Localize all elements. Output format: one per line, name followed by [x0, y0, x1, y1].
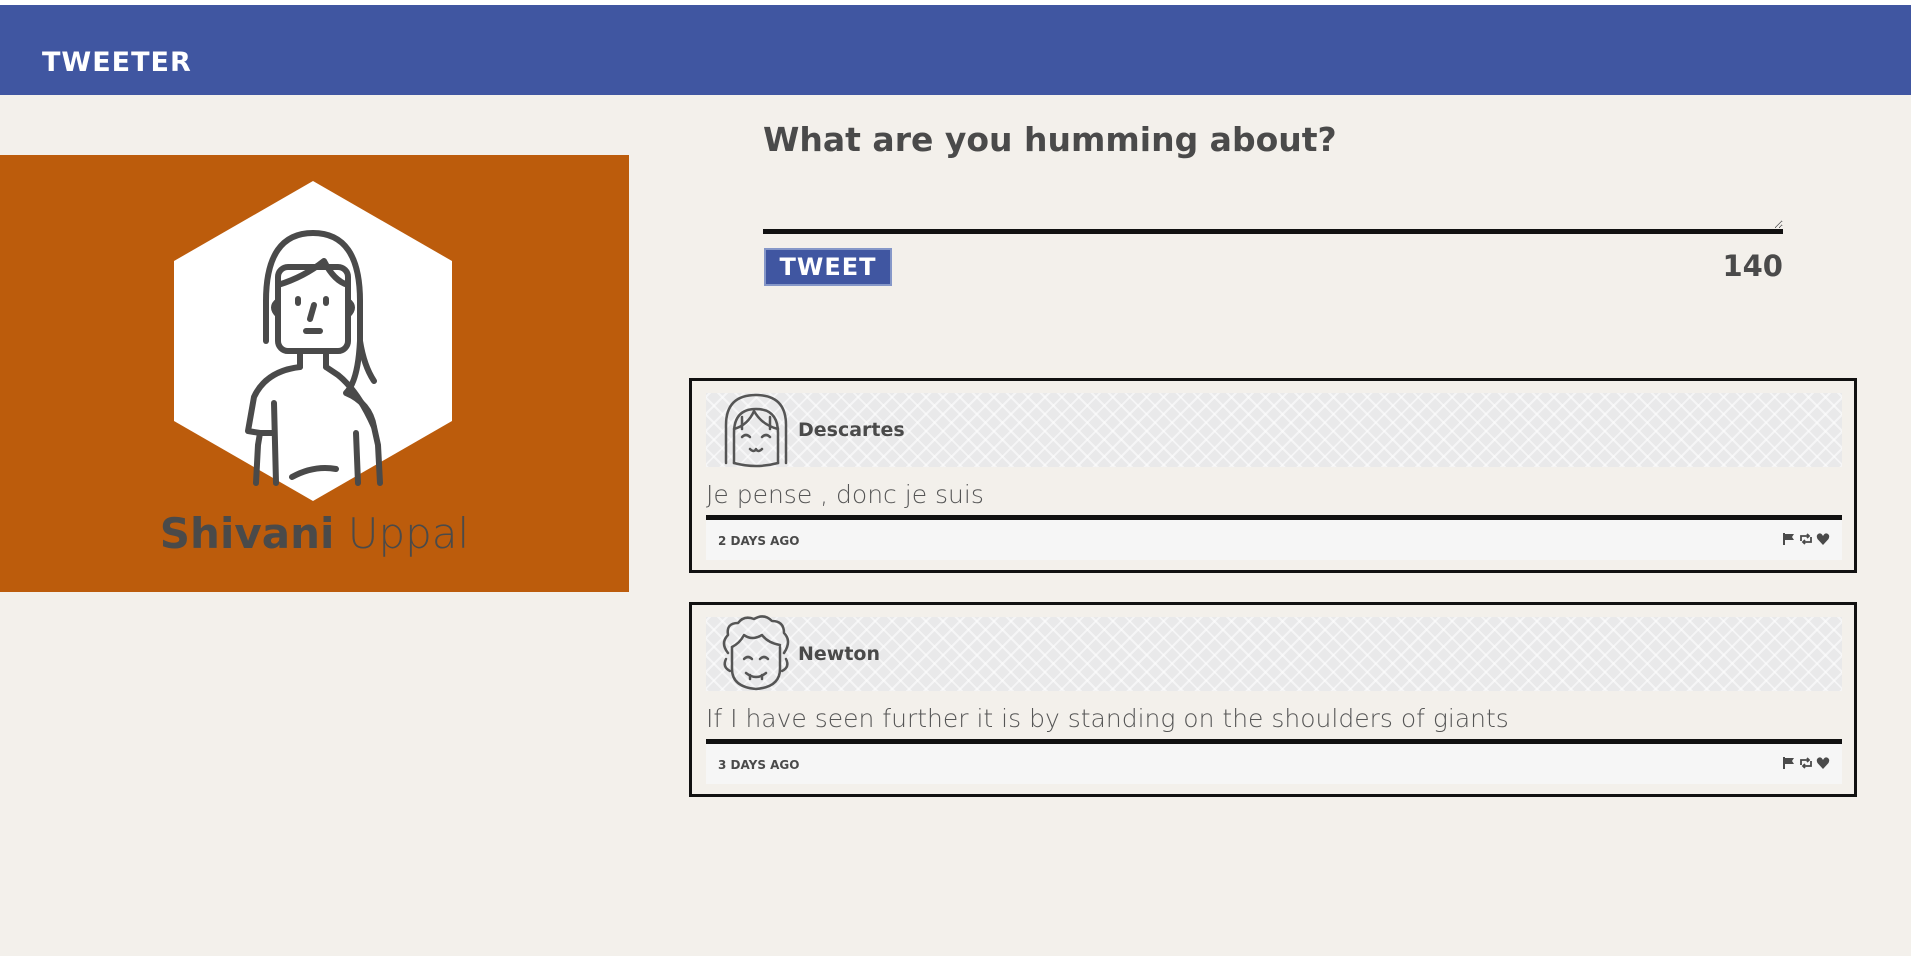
top-nav-bar: TWEETER	[0, 0, 1911, 95]
profile-name: Shivani Uppal	[0, 509, 629, 558]
profile-card: Shivani Uppal	[0, 155, 629, 592]
tweet-author[interactable]: Newton	[798, 643, 880, 665]
female-avatar-icon	[174, 181, 452, 501]
tweet-text: If I have seen further it is by standing…	[706, 704, 1509, 733]
tweet-composer: What are you humming about? TWEET 140	[763, 120, 1783, 300]
tweet-text: Je pense , donc je suis	[706, 480, 984, 509]
char-counter: 140	[1722, 249, 1783, 283]
retweet-icon[interactable]	[1799, 532, 1813, 546]
tweet-card: Descartes Je pense , donc je suis 2 DAYS…	[689, 378, 1857, 573]
girl-avatar-icon	[718, 389, 794, 469]
tweet-actions	[1782, 532, 1830, 546]
profile-avatar	[174, 181, 452, 501]
flag-icon[interactable]	[1782, 756, 1796, 770]
curly-hair-avatar-icon	[718, 613, 794, 693]
profile-first-name: Shivani	[159, 509, 335, 558]
tweet-footer: 2 DAYS AGO	[706, 520, 1842, 560]
heart-icon[interactable]	[1816, 756, 1830, 770]
tweet-button[interactable]: TWEET	[764, 248, 892, 286]
tweet-actions	[1782, 756, 1830, 770]
tweet-timestamp: 3 DAYS AGO	[718, 758, 800, 772]
tweet-header: Descartes	[706, 393, 1842, 468]
composer-prompt: What are you humming about?	[763, 120, 1337, 159]
tweet-author[interactable]: Descartes	[798, 419, 905, 441]
heart-icon[interactable]	[1816, 532, 1830, 546]
tweet-card: Newton If I have seen further it is by s…	[689, 602, 1857, 797]
tweet-header: Newton	[706, 615, 1842, 691]
flag-icon[interactable]	[1782, 532, 1796, 546]
retweet-icon[interactable]	[1799, 756, 1813, 770]
tweet-footer: 3 DAYS AGO	[706, 744, 1842, 784]
tweet-timestamp: 2 DAYS AGO	[718, 534, 800, 548]
tweet-input[interactable]	[763, 178, 1783, 234]
brand-logo[interactable]: TWEETER	[42, 47, 192, 78]
profile-last-name: Uppal	[347, 509, 470, 558]
